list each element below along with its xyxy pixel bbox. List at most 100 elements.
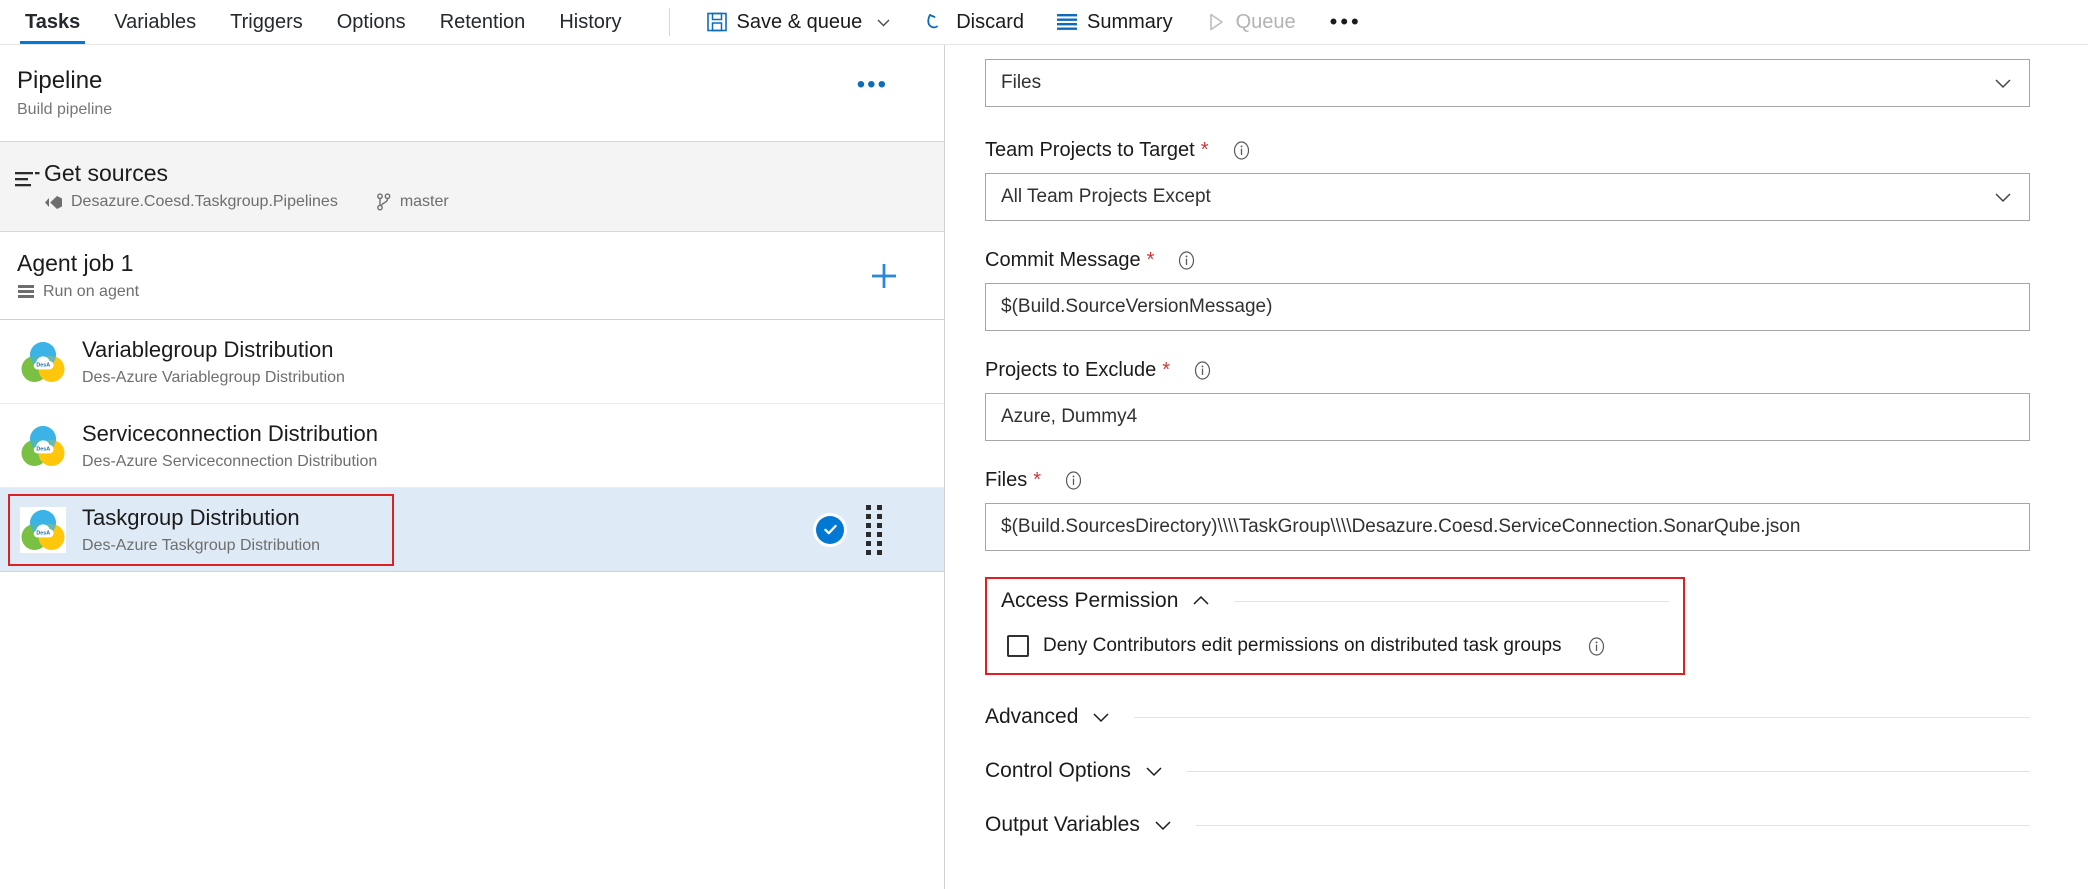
queue-button: Queue	[1189, 0, 1312, 44]
task-description: Des-Azure Taskgroup Distribution	[82, 537, 321, 555]
projects-to-exclude-input[interactable]: Azure, Dummy4	[985, 393, 2030, 441]
add-task-button[interactable]	[869, 261, 899, 291]
task-list-item-variablegroup[interactable]: DesA Variablegroup Distribution Des-Azur…	[0, 320, 944, 405]
agent-icon	[17, 283, 35, 301]
get-sources-title: Get sources	[44, 159, 168, 186]
task-list: DesA Variablegroup Distribution Des-Azur…	[0, 320, 944, 889]
field-label-text: Projects to Exclude	[985, 359, 1157, 381]
files-select[interactable]: Files	[985, 59, 2030, 107]
commit-message-input[interactable]: $(Build.SourceVersionMessage)	[985, 283, 2030, 331]
files-input[interactable]: $(Build.SourcesDirectory)\\\\TaskGroup\\…	[985, 503, 2030, 551]
task-list-item-taskgroup[interactable]: DesA Taskgroup Distribution Des-Azure Ta…	[0, 488, 944, 573]
task-list-item-serviceconnection[interactable]: DesA Serviceconnection Distribution Des-…	[0, 404, 944, 489]
required-indicator: *	[1146, 249, 1155, 271]
branch-name: master	[399, 193, 449, 211]
tab-retention-label: Retention	[439, 10, 526, 33]
more-actions-button[interactable]: •••	[1312, 9, 1380, 35]
chevron-down-icon[interactable]	[1143, 760, 1165, 782]
output-variables-section-header[interactable]: Output Variables	[985, 813, 2030, 837]
repository-info: Desazure.Coesd.Taskgroup.Pipelines	[44, 193, 338, 211]
section-rule	[1134, 716, 2030, 718]
save-and-queue-label: Save & queue	[736, 10, 863, 33]
team-projects-to-target-select[interactable]: All Team Projects Except	[985, 173, 2030, 221]
tfvc-repo-icon	[44, 194, 63, 211]
get-sources-row[interactable]: Get sources Desazure.Coesd.Taskgroup.Pip…	[0, 141, 944, 233]
team-projects-to-target-label: Team Projects to Target *	[985, 139, 2030, 162]
des-azure-task-icon: DesA	[20, 339, 66, 385]
access-permission-header[interactable]: Access Permission	[1001, 589, 1669, 613]
commit-message-value: $(Build.SourceVersionMessage)	[1001, 296, 1273, 317]
section-rule	[1186, 770, 2030, 772]
tab-tasks-label: Tasks	[25, 10, 81, 33]
svg-text:DesA: DesA	[36, 446, 50, 452]
task-drag-handle[interactable]	[866, 504, 882, 555]
tab-strip: Tasks Variables Triggers Options Retenti…	[0, 0, 639, 44]
tab-variables[interactable]: Variables	[97, 0, 213, 44]
chevron-down-icon[interactable]	[1090, 706, 1112, 728]
info-icon[interactable]	[1063, 470, 1084, 491]
task-enabled-check-icon[interactable]	[816, 515, 844, 544]
top-select-field: Files	[985, 59, 2030, 107]
chevron-up-icon[interactable]	[1190, 590, 1212, 612]
list-icon	[1056, 12, 1078, 32]
tab-options[interactable]: Options	[320, 0, 423, 44]
undo-icon	[924, 11, 947, 34]
output-variables-section-title: Output Variables	[985, 813, 1140, 836]
save-icon	[706, 11, 728, 33]
tab-triggers-label: Triggers	[230, 10, 303, 33]
agent-job-row[interactable]: Agent job 1 Run on agent	[0, 232, 944, 321]
info-icon[interactable]	[1176, 250, 1197, 271]
summary-button[interactable]: Summary	[1040, 0, 1189, 44]
tab-retention[interactable]: Retention	[423, 0, 543, 44]
repository-name: Desazure.Coesd.Taskgroup.Pipelines	[71, 193, 338, 211]
task-settings-panel: Files Team Projects to Target * All Team…	[945, 45, 2088, 889]
files-value: $(Build.SourcesDirectory)\\\\TaskGroup\\…	[1001, 516, 1801, 537]
advanced-section-header[interactable]: Advanced	[985, 705, 2030, 729]
files-label: Files *	[985, 469, 2030, 492]
chevron-down-icon[interactable]	[1152, 814, 1174, 836]
play-icon	[1205, 11, 1227, 33]
get-sources-meta: Desazure.Coesd.Taskgroup.Pipelines maste…	[44, 193, 449, 211]
chevron-down-icon[interactable]	[875, 14, 892, 31]
agent-job-title: Agent job 1	[17, 250, 134, 277]
section-rule	[1195, 824, 2030, 826]
section-rule	[1234, 600, 1669, 602]
pipeline-header[interactable]: Pipeline Build pipeline •••	[0, 45, 944, 142]
tab-tasks[interactable]: Tasks	[8, 0, 97, 44]
field-label-text: Team Projects to Target	[985, 139, 1195, 161]
required-indicator: *	[1033, 469, 1042, 491]
info-icon[interactable]	[1586, 636, 1607, 657]
tab-triggers[interactable]: Triggers	[213, 0, 320, 44]
task-row-controls	[816, 504, 882, 555]
projects-to-exclude-label: Projects to Exclude *	[985, 359, 2030, 382]
branch-info: master	[376, 193, 449, 211]
control-options-section-title: Control Options	[985, 759, 1131, 782]
info-icon[interactable]	[1192, 360, 1213, 381]
access-permission-title: Access Permission	[1001, 589, 1179, 612]
deny-contributors-checkbox[interactable]	[1007, 635, 1029, 657]
tab-history[interactable]: History	[542, 0, 638, 44]
agent-job-subtitle: Run on agent	[43, 283, 140, 301]
control-options-section-header[interactable]: Control Options	[985, 759, 2030, 783]
save-and-queue-button[interactable]: Save & queue	[690, 0, 909, 44]
agent-job-subtitle-row: Run on agent	[17, 283, 944, 301]
task-description: Des-Azure Serviceconnection Distribution	[82, 453, 378, 471]
files-field: Files * $(Build.SourcesDirectory)\\\\Tas…	[985, 469, 2030, 551]
queue-label: Queue	[1235, 10, 1296, 33]
access-permission-section: Access Permission Deny Contributors edit…	[985, 577, 1685, 675]
commit-message-label: Commit Message *	[985, 249, 2030, 272]
discard-button[interactable]: Discard	[908, 0, 1040, 44]
required-indicator: *	[1200, 139, 1209, 161]
pipeline-subtitle: Build pipeline	[17, 100, 113, 118]
svg-text:DesA: DesA	[36, 530, 50, 536]
des-azure-task-icon: DesA	[20, 423, 66, 469]
task-name: Serviceconnection Distribution	[82, 420, 378, 446]
deny-contributors-label: Deny Contributors edit permissions on di…	[1043, 635, 1562, 656]
info-icon[interactable]	[1231, 140, 1252, 161]
field-label-text: Files	[985, 469, 1028, 491]
page-title: Pipeline	[17, 67, 103, 94]
des-azure-task-icon: DesA	[20, 506, 66, 553]
branch-icon	[376, 193, 392, 211]
deny-contributors-row: Deny Contributors edit permissions on di…	[1001, 635, 1669, 657]
pipeline-more-button[interactable]: •••	[857, 73, 888, 97]
